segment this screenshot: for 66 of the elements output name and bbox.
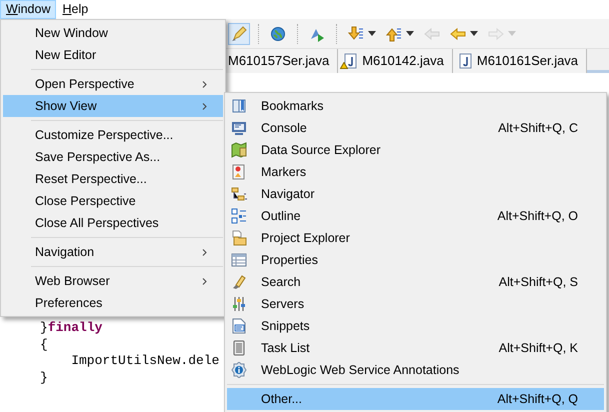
menu-item[interactable]: Properties: [227, 249, 604, 271]
menu-item[interactable]: Other... Alt+Shift+Q, Q: [227, 388, 604, 410]
menu-item[interactable]: Project Explorer: [227, 227, 604, 249]
menu-item[interactable]: Web Browser: [3, 270, 223, 292]
shortcut-text: Alt+Shift+Q, C: [498, 120, 579, 137]
shortcut-text: Alt+Shift+Q, S: [498, 274, 579, 291]
menu-item[interactable]: Console Alt+Shift+Q, C: [227, 117, 604, 139]
arrow-left-icon: [450, 26, 466, 42]
arrow-down-icon: [348, 26, 364, 42]
folder-tree-icon: [231, 186, 247, 202]
menu-item[interactable]: Open Perspective: [3, 73, 223, 95]
code-line: {: [40, 336, 48, 353]
menu-item[interactable]: Navigator: [227, 183, 604, 205]
book-icon: [231, 98, 247, 114]
pencil-icon: [231, 26, 247, 42]
menu-item[interactable]: Show View: [3, 95, 223, 117]
editor-tab[interactable]: M610142.java: [338, 49, 453, 73]
code-line: ImportUtilsNew.dele: [70, 353, 220, 370]
menu-item[interactable]: Search Alt+Shift+Q, S: [227, 271, 604, 293]
menu-item[interactable]: Outline Alt+Shift+Q, O: [227, 205, 604, 227]
shortcut-text: Alt+Shift+Q, O: [497, 208, 579, 225]
markers-icon: [231, 164, 247, 180]
code-line: }finally: [40, 320, 102, 336]
menu-item[interactable]: WebLogic Web Service Annotations: [227, 359, 604, 381]
editor-tab[interactable]: M610157Ser.java: [225, 49, 338, 73]
folder-icon: [231, 230, 247, 246]
gear-icon: [231, 362, 247, 378]
sliders-icon: [231, 296, 247, 312]
shortcut-text: Alt+Shift+Q, Q: [497, 390, 579, 408]
globe-icon: [270, 26, 286, 42]
arrow-up-icon: [386, 26, 402, 42]
caret-icon: [406, 31, 414, 36]
arrow-right-icon: [488, 26, 504, 42]
monitor-icon: [231, 120, 247, 136]
menu-item[interactable]: New Editor: [3, 44, 223, 66]
outline-icon: [231, 208, 247, 224]
menu-item[interactable]: Customize Perspective...: [3, 124, 223, 146]
code-line: }: [40, 370, 48, 386]
menu-item[interactable]: Preferences: [3, 292, 223, 314]
menu-item[interactable]: Bookmarks: [227, 95, 604, 117]
menu-item[interactable]: Close All Perspectives: [3, 212, 223, 234]
menu-item[interactable]: Servers: [227, 293, 604, 315]
menu-item[interactable]: Data Source Explorer: [227, 139, 604, 161]
java-file-icon: [342, 53, 358, 69]
shortcut-text: Alt+Shift+Q, K: [498, 340, 579, 357]
java-file-icon: [456, 53, 473, 69]
menu-item[interactable]: Navigation: [3, 241, 223, 263]
pencil-button[interactable]: [228, 22, 250, 44]
menu-item[interactable]: Save Perspective As...: [3, 146, 223, 168]
menubar-item[interactable]: Window: [0, 0, 56, 19]
menu-item[interactable]: Task List Alt+Shift+Q, K: [227, 337, 604, 359]
menu-item[interactable]: Snippets: [227, 315, 604, 337]
menu-item[interactable]: Reset Perspective...: [3, 168, 223, 190]
document-icon: [231, 318, 247, 334]
flashlight-icon: [231, 274, 247, 290]
menu-item[interactable]: Markers: [227, 161, 604, 183]
editor-tab[interactable]: M610161Ser.java: [452, 49, 588, 73]
menu-item[interactable]: Close Perspective: [3, 190, 223, 212]
caret-icon: [508, 31, 516, 36]
caret-icon: [368, 31, 376, 36]
notepad-icon: [231, 340, 247, 356]
table-icon: [231, 252, 247, 268]
menubar-item[interactable]: Help: [56, 0, 94, 19]
arrow-left-icon: [424, 26, 440, 42]
map-icon: [231, 142, 247, 158]
caret-icon: [470, 31, 478, 36]
